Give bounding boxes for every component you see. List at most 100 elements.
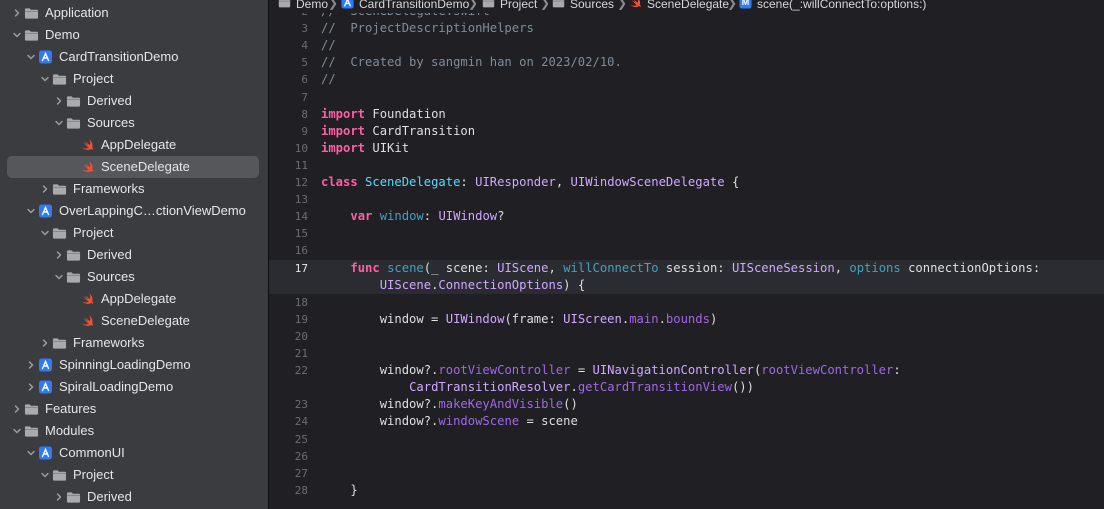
code-line[interactable]: 26: [269, 448, 1104, 465]
navigator-row[interactable]: Frameworks: [7, 178, 259, 200]
code-token: UINavigationController: [592, 363, 754, 378]
chevron-down-icon[interactable]: [52, 112, 66, 134]
chevron-right-icon[interactable]: [38, 332, 52, 354]
code-line[interactable]: 11: [269, 157, 1104, 174]
code-token: CardTransition: [365, 123, 476, 138]
chevron-down-icon[interactable]: [52, 266, 66, 288]
line-number: 27: [294, 466, 308, 480]
navigator-row-label: Derived: [87, 247, 132, 262]
chevron-down-icon[interactable]: [10, 24, 24, 46]
navigator-row[interactable]: Project: [7, 464, 259, 486]
navigator-row[interactable]: Derived: [7, 244, 259, 266]
navigator-row[interactable]: Sources: [7, 266, 259, 288]
code-line[interactable]: 14 var window: UIWindow?: [269, 208, 1104, 225]
chevron-right-icon[interactable]: [24, 354, 38, 376]
chevron-down-icon[interactable]: [24, 46, 38, 68]
line-number: 28: [294, 483, 308, 497]
folder-icon: [66, 248, 81, 262]
code-line[interactable]: 13: [269, 191, 1104, 208]
code-token: main: [629, 311, 659, 326]
line-number: 6: [301, 73, 308, 87]
code-token: (): [563, 397, 578, 412]
code-text: // ProjectDescriptionHelpers: [321, 20, 534, 37]
code-line[interactable]: 17 func scene(_ scene: UIScene, willConn…: [269, 259, 1104, 294]
chevron-right-icon[interactable]: [52, 244, 66, 266]
folder-icon: [24, 402, 39, 416]
navigator-row-label: Derived: [87, 93, 132, 108]
code-line[interactable]: 28 }: [269, 482, 1104, 499]
code-line[interactable]: 2 // SceneDelegate.swift: [269, 13, 1104, 20]
navigator-row[interactable]: OverLappingC…ctionViewDemo: [7, 200, 259, 222]
code-line[interactable]: 24 window?.windowScene = scene: [269, 413, 1104, 430]
navigator-row[interactable]: Demo: [7, 24, 259, 46]
chevron-right-icon[interactable]: [52, 90, 66, 112]
navigator-row[interactable]: Features: [7, 398, 259, 420]
code-line[interactable]: 20: [269, 328, 1104, 345]
chevron-right-icon[interactable]: [38, 178, 52, 200]
navigator-row[interactable]: Derived: [7, 486, 259, 508]
navigator-row[interactable]: SceneDelegate: [7, 156, 259, 178]
xcode-project-icon: [341, 0, 354, 13]
code-text: import CardTransition: [321, 123, 475, 140]
line-number: 3: [301, 22, 308, 36]
chevron-down-icon[interactable]: [24, 200, 38, 222]
code-line[interactable]: 3 // ProjectDescriptionHelpers: [269, 20, 1104, 37]
navigator-row[interactable]: Application: [7, 2, 259, 24]
code-token: ): [709, 311, 718, 326]
code-line[interactable]: 25: [269, 431, 1104, 448]
navigator-row[interactable]: Derived: [7, 90, 259, 112]
chevron-down-icon[interactable]: [38, 222, 52, 244]
code-line[interactable]: 12 class SceneDelegate: UIResponder, UIWi…: [269, 174, 1104, 191]
code-line[interactable]: 4 //: [269, 37, 1104, 54]
code-line[interactable]: 22 window?.rootViewController = UINaviga…: [269, 362, 1104, 396]
code-token: import: [321, 106, 366, 121]
code-line[interactable]: 8 import Foundation: [269, 106, 1104, 123]
code-token: UIResponder: [475, 175, 556, 189]
chevron-down-icon[interactable]: [10, 420, 24, 442]
code-line[interactable]: 15: [269, 225, 1104, 242]
chevron-right-icon[interactable]: [10, 2, 24, 24]
navigator-row[interactable]: AppDelegate: [7, 134, 259, 156]
chevron-down-icon[interactable]: [24, 442, 38, 464]
code-line[interactable]: 7: [269, 89, 1104, 106]
code-text: // Created by sangmin han on 2023/02/10.: [321, 54, 622, 71]
navigator-row[interactable]: CardTransitionDemo: [7, 46, 259, 68]
code-line[interactable]: 9 import CardTransition: [269, 123, 1104, 140]
navigator-row-label: Project: [73, 71, 114, 86]
chevron-right-icon[interactable]: [24, 376, 38, 398]
navigator-row[interactable]: Frameworks: [7, 332, 259, 354]
code-token: window: [379, 209, 424, 224]
line-number: 20: [294, 329, 308, 343]
breadcrumb-label: Sources: [570, 0, 615, 11]
code-line[interactable]: 6 //: [269, 71, 1104, 88]
code-line[interactable]: 23 window?.makeKeyAndVisible(): [269, 396, 1104, 413]
line-number: 19: [294, 312, 308, 326]
navigator-row[interactable]: SpiralLoadingDemo: [7, 376, 259, 398]
code-line[interactable]: 21: [269, 345, 1104, 362]
code-line[interactable]: 5 // Created by sangmin han on 2023/02/10…: [269, 54, 1104, 71]
navigator-row[interactable]: AppDelegate: [7, 288, 259, 310]
source-editor[interactable]: 2 // SceneDelegate.swift 3 // ProjectDescri…: [269, 13, 1104, 509]
code-line[interactable]: 16: [269, 242, 1104, 259]
code-line[interactable]: 10 import UIKit: [269, 140, 1104, 157]
navigator-row[interactable]: Sources: [7, 112, 259, 134]
code-token: //: [321, 72, 336, 87]
code-token: }: [321, 482, 358, 497]
code-line[interactable]: 19 window = UIWindow(frame: UIScreen.mai…: [269, 311, 1104, 328]
code-line[interactable]: 18: [269, 294, 1104, 311]
xcode-project-icon: [38, 204, 52, 218]
chevron-down-icon[interactable]: [38, 464, 52, 486]
navigator-row[interactable]: Modules: [7, 420, 259, 442]
chevron-right-icon[interactable]: [52, 486, 66, 508]
code-line[interactable]: 27: [269, 465, 1104, 482]
chevron-right-icon[interactable]: [10, 398, 24, 420]
navigator-row-label: AppDelegate: [101, 137, 177, 152]
navigator-row[interactable]: Project: [7, 68, 259, 90]
navigator-row[interactable]: Project: [7, 222, 259, 244]
chevron-down-icon[interactable]: [38, 68, 52, 90]
navigator-row[interactable]: CommonUI: [7, 442, 259, 464]
navigator-row[interactable]: SceneDelegate: [7, 310, 259, 332]
navigator-row[interactable]: SpinningLoadingDemo: [7, 354, 259, 376]
line-number: 15: [294, 227, 308, 241]
